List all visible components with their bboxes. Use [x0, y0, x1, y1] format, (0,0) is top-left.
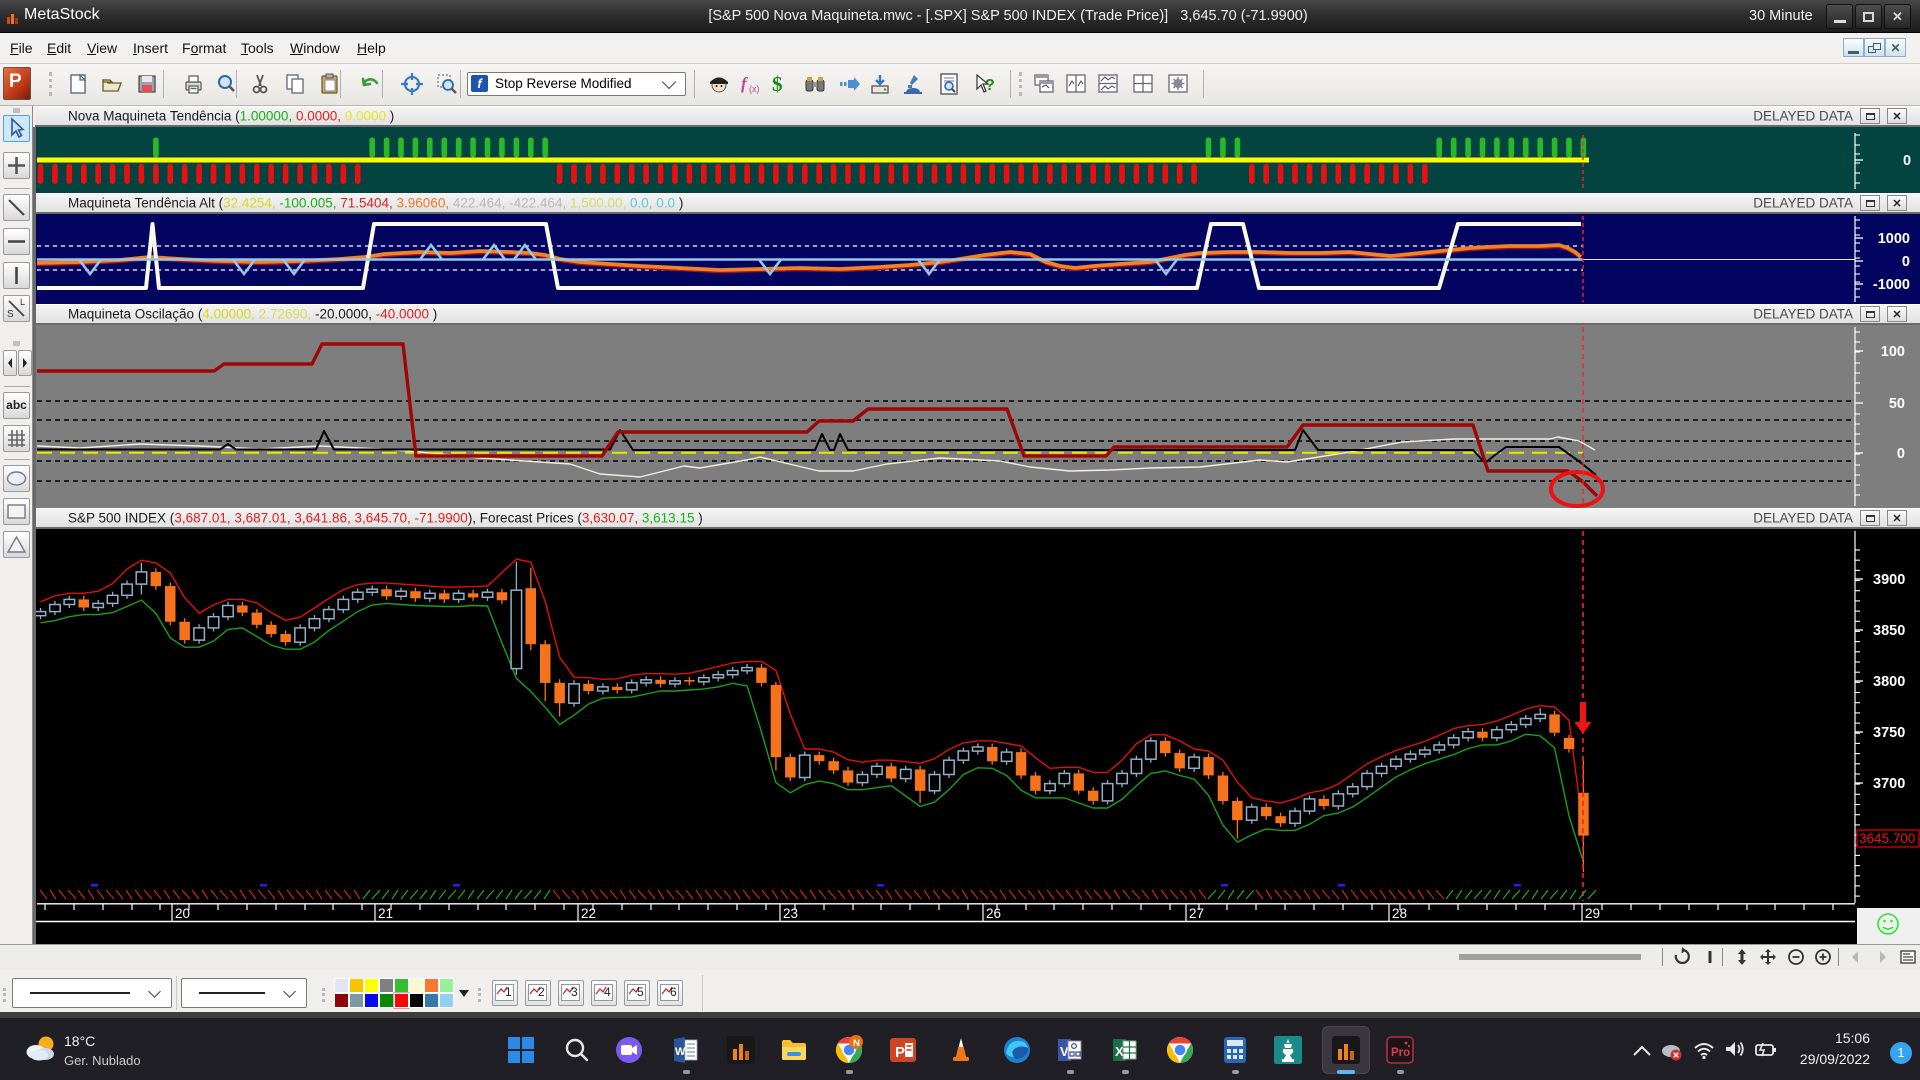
svg-text:29: 29	[1585, 906, 1600, 921]
svg-text:$: $	[772, 72, 783, 96]
svg-text:Pro: Pro	[1391, 1047, 1410, 1059]
svg-text:0: 0	[1902, 254, 1910, 270]
svg-text:f: f	[741, 74, 749, 93]
svg-text:23: 23	[783, 906, 798, 921]
svg-text:W: W	[675, 1046, 686, 1058]
svg-text:P: P	[895, 1044, 905, 1061]
svg-text:3800: 3800	[1873, 674, 1905, 690]
svg-text:100: 100	[1881, 344, 1905, 360]
svg-text:0: 0	[1897, 446, 1905, 462]
svg-text:3900: 3900	[1873, 572, 1905, 588]
svg-text:3700: 3700	[1873, 776, 1905, 792]
svg-text:21: 21	[378, 906, 393, 921]
svg-text:-1000: -1000	[1873, 277, 1910, 293]
svg-text:(x): (x)	[749, 84, 760, 94]
svg-text:S: S	[7, 309, 14, 320]
svg-text:0: 0	[1903, 153, 1911, 169]
svg-text:20: 20	[175, 906, 190, 921]
svg-text:3750: 3750	[1873, 725, 1905, 741]
svg-text:N: N	[853, 1038, 860, 1049]
svg-text:26: 26	[986, 906, 1001, 921]
svg-text:27: 27	[1189, 906, 1204, 921]
svg-text:50: 50	[1889, 396, 1905, 412]
svg-text:L: L	[20, 297, 25, 307]
svg-text:1000: 1000	[1878, 231, 1910, 247]
svg-text:22: 22	[581, 906, 596, 921]
svg-text:28: 28	[1392, 906, 1407, 921]
svg-text:3645.700: 3645.700	[1859, 831, 1915, 846]
svg-text:?: ?	[985, 77, 995, 94]
svg-text:3850: 3850	[1873, 623, 1905, 639]
